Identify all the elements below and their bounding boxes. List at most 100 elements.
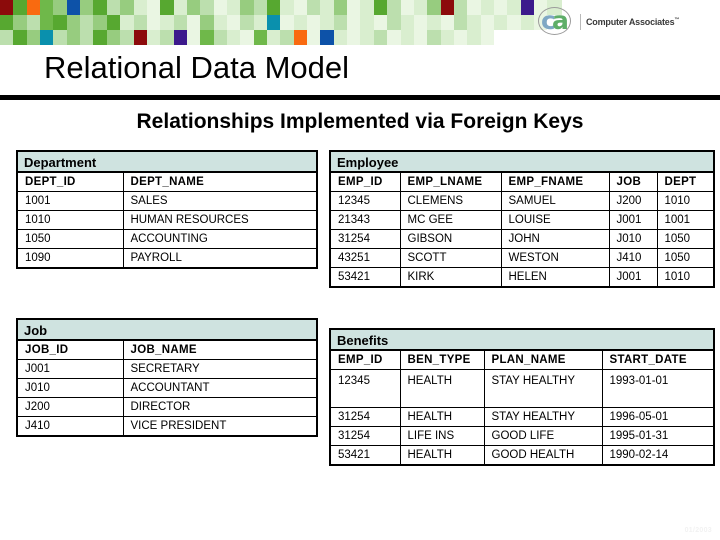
table-cell: 1995-01-31: [602, 426, 713, 446]
table-header-row: JOB_ID JOB_NAME: [18, 341, 316, 360]
table-header-row: EMP_ID BEN_TYPE PLAN_NAME START_DATE: [331, 351, 713, 370]
table-row: 53421 KIRK HELEN J001 1010: [331, 267, 713, 286]
table-cell: 1050: [657, 248, 713, 268]
ca-logo-letter-a: a: [552, 6, 569, 35]
table-cell: LOUISE: [501, 210, 610, 230]
column-header: EMP_ID: [331, 173, 401, 192]
table-cell: J001: [18, 359, 124, 379]
table-row: 1010 HUMAN RESOURCES: [18, 210, 316, 230]
table-caption-department: Department: [18, 152, 316, 173]
ca-logo-mark-icon: c a: [538, 7, 574, 37]
table-cell: J001: [609, 210, 658, 230]
table-cell: SECRETARY: [123, 359, 316, 379]
table-cell: CLEMENS: [400, 191, 502, 211]
table-cell: SALES: [123, 191, 316, 211]
table-row: 12345 CLEMENS SAMUEL J200 1010: [331, 191, 713, 211]
table-row: J200 DIRECTOR: [18, 397, 316, 417]
table-cell: 1001: [18, 191, 124, 211]
brand-name-text: Computer Associates: [586, 17, 675, 27]
column-header: DEPT_ID: [18, 173, 124, 192]
table-cell: 53421: [331, 445, 401, 464]
table-row: 43251 SCOTT WESTON J410 1050: [331, 248, 713, 268]
table-cell: 12345: [331, 191, 401, 211]
table-cell: HUMAN RESOURCES: [123, 210, 316, 230]
table-cell: HELEN: [501, 267, 610, 286]
table-row: 21343 MC GEE LOUISE J001 1001: [331, 210, 713, 230]
table-cell: 43251: [331, 248, 401, 268]
table-cell: GOOD HEALTH: [484, 445, 603, 464]
column-header: PLAN_NAME: [484, 351, 603, 370]
table-cell: 1990-02-14: [609, 449, 669, 461]
table-caption-employee: Employee: [331, 152, 713, 173]
table-department: Department DEPT_ID DEPT_NAME 1001 SALES 1010…: [16, 150, 318, 269]
table-cell: 12345: [331, 369, 401, 408]
column-header: BEN_TYPE: [400, 351, 485, 370]
table-cell: PAYROLL: [130, 252, 182, 264]
brand-name: Computer Associates™: [586, 17, 679, 27]
table-employee: Employee EMP_ID EMP_LNAME EMP_FNAME JOB DEPT…: [329, 150, 715, 288]
table-row: 31254 LIFE INS GOOD LIFE 1995-01-31: [331, 426, 713, 446]
table-row: J410 VICE PRESIDENT: [18, 416, 316, 435]
table-row: J001 SECRETARY: [18, 359, 316, 379]
table-row: 53421 HEALTH GOOD HEALTH 1990-02-14: [331, 445, 713, 464]
table-cell: KIRK: [400, 267, 502, 286]
table-header-row: DEPT_ID DEPT_NAME: [18, 173, 316, 192]
table-caption-job: Job: [18, 320, 316, 341]
table-cell: DIRECTOR: [123, 397, 316, 417]
column-header: JOB: [609, 173, 658, 192]
table-cell: 31254: [331, 229, 401, 249]
table-cell: 31254: [331, 426, 401, 446]
table-job: Job JOB_ID JOB_NAME J001 SECRETARY J010 ACCOU…: [16, 318, 318, 437]
table-cell: HEALTH: [400, 369, 485, 408]
table-header-row: EMP_ID EMP_LNAME EMP_FNAME JOB DEPT: [331, 173, 713, 192]
column-header: EMP_ID: [331, 351, 401, 370]
table-cell: GOOD LIFE: [484, 426, 603, 446]
trademark-symbol: ™: [674, 17, 680, 23]
column-header: EMP_LNAME: [400, 173, 502, 192]
column-header: JOB_NAME: [123, 341, 316, 360]
table-grid-employee: EMP_ID EMP_LNAME EMP_FNAME JOB DEPT 12345 CLEM…: [331, 173, 713, 286]
logo-divider: [580, 14, 581, 30]
column-header: START_DATE: [602, 351, 713, 370]
table-cell: 21343: [331, 210, 401, 230]
table-cell: 1001: [657, 210, 713, 230]
table-row: 1050 ACCOUNTING: [18, 229, 316, 249]
table-cell: 1010: [18, 210, 124, 230]
computer-associates-logo: c a Computer Associates™: [538, 4, 718, 40]
table-caption-benefits: Benefits: [331, 330, 713, 351]
page-subtitle: Relationships Implemented via Foreign Ke…: [136, 110, 584, 133]
column-header: DEPT_NAME: [123, 173, 316, 192]
table-cell: LIFE INS: [400, 426, 485, 446]
table-cell: WESTON: [501, 248, 610, 268]
table-cell: 53421: [331, 267, 401, 286]
page-title: Relational Data Model: [44, 50, 350, 85]
table-cell: STAY HEALTHY: [484, 369, 603, 408]
table-row: 1090 PAYROLL: [18, 248, 316, 267]
table-cell: VICE PRESIDENT: [130, 420, 227, 432]
table-cell: HEALTH: [400, 407, 485, 427]
table-row: 12345 HEALTH STAY HEALTHY 1993-01-01: [331, 369, 713, 408]
table-cell: SCOTT: [400, 248, 502, 268]
table-row: 31254 GIBSON JOHN J010 1050: [331, 229, 713, 249]
table-cell: MC GEE: [400, 210, 502, 230]
table-cell: SAMUEL: [501, 191, 610, 211]
table-cell: J001: [609, 267, 658, 286]
table-row: 31254 HEALTH STAY HEALTHY 1996-05-01: [331, 407, 713, 427]
title-divider-rule: [0, 95, 720, 100]
table-cell: J200: [18, 397, 124, 417]
column-header: DEPT: [657, 173, 713, 192]
table-cell: 1996-05-01: [602, 407, 713, 427]
table-row: 1001 SALES: [18, 191, 316, 211]
table-cell: 1010: [664, 271, 691, 283]
table-cell: J010: [18, 378, 124, 398]
footer-code: 01/2003: [684, 527, 712, 534]
table-cell: 1050: [657, 229, 713, 249]
table-row: J010 ACCOUNTANT: [18, 378, 316, 398]
table-cell: 1090: [18, 248, 124, 267]
table-cell: ACCOUNTING: [123, 229, 316, 249]
table-benefits: Benefits EMP_ID BEN_TYPE PLAN_NAME START_DA…: [329, 328, 715, 466]
table-grid-department: DEPT_ID DEPT_NAME 1001 SALES 1010 HUMAN RESOU…: [18, 173, 316, 267]
table-cell: ACCOUNTANT: [123, 378, 316, 398]
table-cell: JOHN: [501, 229, 610, 249]
table-cell: 1993-01-01: [602, 369, 713, 408]
